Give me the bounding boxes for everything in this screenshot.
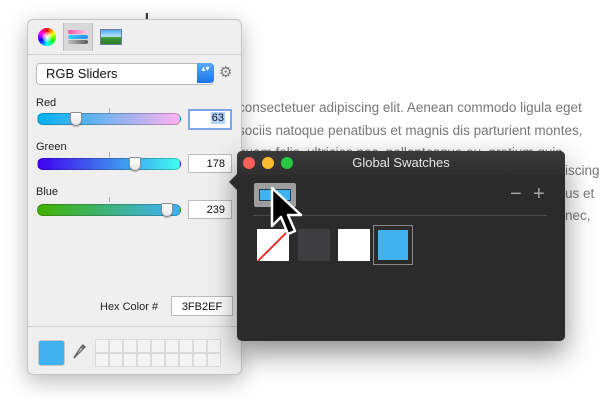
- empty-swatch-slot[interactable]: [123, 353, 137, 367]
- red-slider-label: Red: [36, 97, 57, 109]
- color-mode-select[interactable]: RGB Sliders ▴▾: [36, 63, 214, 85]
- color-palettes-icon: [100, 29, 122, 45]
- red-slider-thumb[interactable]: [69, 112, 82, 126]
- hex-color-label: Hex Color #: [100, 301, 159, 313]
- swatch-sky-blue-selected[interactable]: [373, 225, 413, 265]
- document-line: sociis natoque penatibus et magnis dis p…: [238, 122, 583, 138]
- empty-swatch-slot[interactable]: [95, 339, 109, 353]
- swatch-white[interactable]: [338, 229, 370, 261]
- global-swatches-panel: Global Swatches − +: [229, 151, 565, 341]
- blue-slider-label: Blue: [36, 186, 59, 198]
- green-slider-thumb[interactable]: [129, 157, 142, 171]
- eyedropper-icon[interactable]: [73, 343, 87, 361]
- empty-swatch-slot[interactable]: [165, 353, 179, 367]
- empty-swatch-slot[interactable]: [137, 353, 151, 367]
- empty-swatch-slot[interactable]: [207, 339, 221, 353]
- document-fragment: nec,: [565, 208, 591, 223]
- gear-icon[interactable]: ⚙: [219, 64, 232, 82]
- remove-swatch-button[interactable]: −: [510, 184, 522, 204]
- tab-color-wheel[interactable]: [33, 23, 61, 51]
- empty-swatch-slot[interactable]: [123, 339, 137, 353]
- swatches-title: Global Swatches: [352, 155, 450, 170]
- green-slider-track[interactable]: [37, 158, 181, 170]
- blue-slider-track[interactable]: [37, 204, 181, 216]
- blue-value-field[interactable]: 239: [188, 200, 232, 219]
- empty-swatch-slot[interactable]: [193, 339, 207, 353]
- empty-swatch-slot[interactable]: [95, 353, 109, 367]
- empty-swatch-slot[interactable]: [109, 353, 123, 367]
- empty-swatch-slot[interactable]: [137, 339, 151, 353]
- green-value-field[interactable]: 178: [188, 154, 232, 173]
- empty-swatch-slot[interactable]: [193, 353, 207, 367]
- color-sliders-icon: [68, 29, 88, 45]
- empty-swatch-slot[interactable]: [151, 353, 165, 367]
- empty-swatch-slot[interactable]: [207, 353, 221, 367]
- document-line: consectetuer adipiscing elit. Aenean com…: [238, 100, 582, 115]
- color-mode-value: RGB Sliders: [46, 66, 118, 81]
- current-color-well[interactable]: [38, 340, 65, 366]
- swatch-sky-blue-fill: [378, 230, 408, 260]
- document-fragment: us et: [565, 186, 595, 201]
- green-slider-label: Green: [36, 141, 67, 153]
- empty-swatch-slot[interactable]: [179, 353, 193, 367]
- empty-swatch-slot[interactable]: [179, 339, 193, 353]
- red-value-field[interactable]: 63: [188, 109, 232, 130]
- color-wheel-icon: [38, 28, 56, 46]
- tab-color-palettes[interactable]: [97, 23, 125, 51]
- document-fragment: iscing: [565, 163, 600, 178]
- empty-swatch-slot[interactable]: [151, 339, 165, 353]
- colors-panel: RGB Sliders ▴▾ ⚙ Red 63 Green 178 Blue 2…: [27, 19, 242, 375]
- add-swatch-button[interactable]: +: [533, 184, 545, 204]
- tab-color-sliders[interactable]: [63, 23, 93, 51]
- red-slider-track[interactable]: [37, 113, 181, 125]
- panel-pointer: [229, 173, 238, 191]
- empty-swatch-slot[interactable]: [165, 339, 179, 353]
- select-stepper-icon: ▴▾: [197, 63, 214, 83]
- blue-slider-thumb[interactable]: [160, 203, 173, 217]
- swatches-titlebar: Global Swatches: [237, 151, 565, 175]
- mouse-pointer-icon: [270, 186, 303, 236]
- colors-bottom-bar: [28, 326, 241, 375]
- hex-color-field[interactable]: 3FB2EF: [171, 296, 233, 316]
- colors-toolbar: [28, 20, 241, 55]
- empty-swatch-slot[interactable]: [109, 339, 123, 353]
- favorite-swatches-grid: [95, 339, 221, 367]
